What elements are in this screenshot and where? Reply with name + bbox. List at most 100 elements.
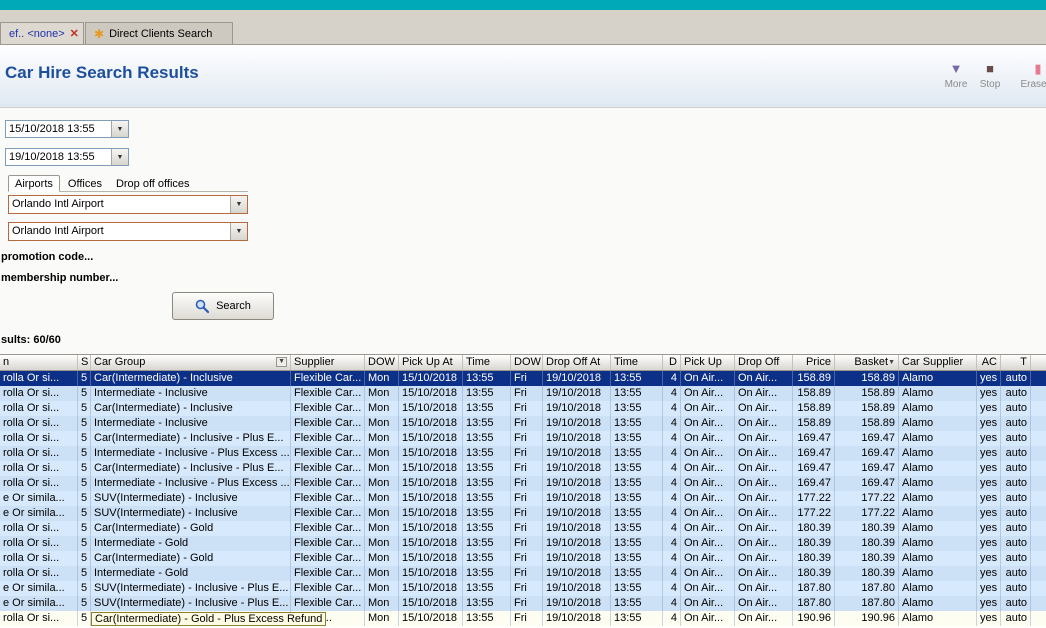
cell-dow1: Mon [365,461,399,476]
column-header-supplier[interactable]: Supplier [291,355,365,370]
close-tab-icon[interactable]: ✕ [70,27,79,40]
table-row[interactable]: rolla Or si... 5 Intermediate - Inclusive F… [0,386,1046,401]
tab-offices[interactable]: Offices [62,176,108,191]
search-button[interactable]: Search [172,292,274,320]
dropdown-button[interactable]: ▼ [111,121,128,137]
column-header-model[interactable]: n [0,355,78,370]
pickup-location-value: Orlando Intl Airport [12,198,104,210]
table-row[interactable]: rolla Or si... 5 Intermediate - Inclusive … [0,446,1046,461]
column-header-dow1[interactable]: DOW [365,355,399,370]
cell-basket: 158.89 [835,386,899,401]
pickup-datetime-field[interactable]: 15/10/2018 13:55 ▼ [5,120,129,138]
cell-time1: 13:55 [463,446,511,461]
cell-basket: 180.39 [835,521,899,536]
table-row[interactable]: rolla Or si... 5 Intermediate - Gold Flexib… [0,566,1046,581]
cell-dow2: Fri [511,581,543,596]
dropdown-button[interactable]: ▼ [111,149,128,165]
dropoff-location-combo[interactable]: Orlando Intl Airport ▼ [8,222,248,241]
table-row[interactable]: rolla Or si... 5 Car(Intermediate) - Inclu… [0,401,1046,416]
cell-car_group: Car(Intermediate) - Gold [91,551,291,566]
table-row[interactable]: rolla Or si... 5 Intermediate - Inclusive … [0,476,1046,491]
column-header-t[interactable]: T [1001,355,1031,370]
cell-dow2: Fri [511,416,543,431]
cell-s: 5 [78,371,91,386]
cell-filler [1031,386,1046,401]
edit-cell-box[interactable]: Car(Intermediate) - Gold - Plus Excess R… [91,612,327,626]
membership-number-link[interactable]: membership number... [1,272,118,284]
cell-s: 5 [78,581,91,596]
cell-supplier: Flexible Car... [291,551,365,566]
cell-dropoff: On Air... [735,581,793,596]
column-header-s[interactable]: S [78,355,91,370]
erase-filter-button[interactable]: ▮ Erase F [1008,59,1046,90]
cell-time1: 13:55 [463,611,511,626]
cell-pickup: On Air... [681,566,735,581]
cell-dow1: Mon [365,476,399,491]
table-row[interactable]: rolla Or si... 5 Intermediate - Gold Flexib… [0,536,1046,551]
cell-filler [1031,596,1046,611]
column-header-dow2[interactable]: DOW [511,355,543,370]
table-row[interactable]: e Or simila... 5 SUV(Intermediate) - Inclu… [0,596,1046,611]
column-header-dropoff_at[interactable]: Drop Off At [543,355,611,370]
table-row[interactable]: e Or simila... 5 SUV(Intermediate) - Inclu… [0,506,1046,521]
column-header-dropoff[interactable]: Drop Off [735,355,793,370]
cell-car_group: Car(Intermediate) - Gold - Plus Excess R… [91,611,327,626]
column-header-basket[interactable]: Basket▼ [835,355,899,370]
cell-ac: yes [977,581,1001,596]
tab-ref-none[interactable]: ef.. <none> ✕ [0,22,84,44]
cell-model: rolla Or si... [0,386,78,401]
cell-model: e Or simila... [0,506,78,521]
promotion-code-link[interactable]: promotion code... [1,251,93,263]
table-row[interactable]: rolla Or si... 5 Car(Intermediate) - Gold F… [0,521,1046,536]
column-header-label: T [1020,356,1027,368]
column-header-time1[interactable]: Time [463,355,511,370]
tab-airports[interactable]: Airports [8,175,60,192]
cell-t: auto [1001,461,1031,476]
stop-button[interactable]: ■ Stop [974,59,1006,90]
cell-t: auto [1001,551,1031,566]
column-header-price[interactable]: Price [793,355,835,370]
filter-icon[interactable]: ▼ [276,357,287,367]
cell-d: 4 [663,386,681,401]
dropoff-datetime-field[interactable]: 19/10/2018 13:55 ▼ [5,148,129,166]
column-header-pickup[interactable]: Pick Up [681,355,735,370]
cell-basket: 158.89 [835,371,899,386]
table-row[interactable]: rolla Or si... 5 Car(Intermediate) - Gold … [0,611,1046,626]
table-row[interactable]: rolla Or si... 5 Car(Intermediate) - Inclu… [0,371,1046,386]
table-row[interactable]: e Or simila... 5 SUV(Intermediate) - Inclu… [0,491,1046,506]
table-row[interactable]: rolla Or si... 5 Car(Intermediate) - Inclu… [0,461,1046,476]
cell-supplier: Flexible Car... [291,521,365,536]
tab-direct-clients-search[interactable]: ✱ Direct Clients Search [85,22,233,44]
cell-dow1: Mon [365,521,399,536]
cell-filler [1031,371,1046,386]
column-header-car_supplier[interactable]: Car Supplier [899,355,977,370]
table-row[interactable]: rolla Or si... 5 Intermediate - Inclusive F… [0,416,1046,431]
table-row[interactable]: rolla Or si... 5 Car(Intermediate) - Inclu… [0,431,1046,446]
cell-time1: 13:55 [463,596,511,611]
pickup-location-combo[interactable]: Orlando Intl Airport ▼ [8,195,248,214]
cell-car_group: Intermediate - Gold [91,566,291,581]
tab-drop-off-offices[interactable]: Drop off offices [110,176,196,191]
cell-ac: yes [977,521,1001,536]
cell-basket: 177.22 [835,491,899,506]
column-header-ac[interactable]: AC [977,355,1001,370]
cell-dow2: Fri [511,611,543,626]
column-header-time2[interactable]: Time [611,355,663,370]
cell-dow1: Mon [365,491,399,506]
column-header-car_group[interactable]: Car Group ▼ [91,355,291,370]
dropdown-button[interactable]: ▼ [230,223,247,240]
cell-dropoff: On Air... [735,476,793,491]
cell-car_supplier: Alamo [899,371,977,386]
cell-dropoff: On Air... [735,416,793,431]
more-button[interactable]: ▼ More [938,59,974,90]
table-row[interactable]: e Or simila... 5 SUV(Intermediate) - Inclu… [0,581,1046,596]
column-header-pickup_at[interactable]: Pick Up At [399,355,463,370]
table-row[interactable]: rolla Or si... 5 Car(Intermediate) - Gold F… [0,551,1046,566]
chevron-down-icon: ▼ [235,201,243,208]
dropdown-button[interactable]: ▼ [230,196,247,213]
cell-model: rolla Or si... [0,401,78,416]
column-header-label: n [3,356,10,368]
cell-d: 4 [663,521,681,536]
column-header-d[interactable]: D [663,355,681,370]
cell-dow2: Fri [511,506,543,521]
